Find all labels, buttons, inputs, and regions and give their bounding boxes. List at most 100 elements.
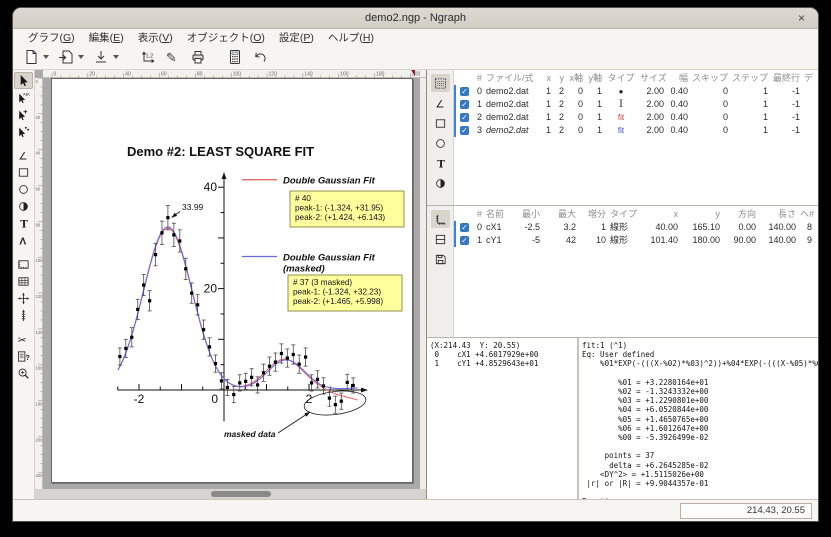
tool-zoom[interactable] <box>14 365 33 382</box>
cell: 線形 <box>608 234 640 247</box>
list-tab-merge-list[interactable] <box>431 250 450 268</box>
cell: ● <box>604 85 638 98</box>
svg-text:160: 160 <box>36 366 44 371</box>
tool-cross-graph[interactable] <box>14 290 33 307</box>
cell: 線形 <box>608 221 640 234</box>
tool-legend-select[interactable]: ABC <box>14 89 33 106</box>
calculator-button[interactable] <box>223 47 247 67</box>
titlebar[interactable]: demo2.ngp - Ngraph × <box>13 8 818 29</box>
cell: -1 <box>770 85 802 98</box>
tool-single-axis[interactable] <box>14 307 33 324</box>
row-checkbox[interactable]: ✓ <box>460 236 469 245</box>
tool-data-select[interactable] <box>14 123 33 140</box>
single-axis-icon <box>17 309 30 322</box>
vertical-scrollbar[interactable] <box>420 78 426 489</box>
cell: demo2.dat <box>484 85 540 98</box>
list-tab-rect-list[interactable] <box>431 114 450 132</box>
tool-point[interactable] <box>14 72 33 89</box>
cell: 140.00 <box>758 234 798 247</box>
cell: 165.10 <box>680 221 722 234</box>
zoom-icon <box>17 367 30 380</box>
cell: 8 <box>798 221 814 234</box>
cell: 3.2 <box>542 221 578 234</box>
row-checkbox[interactable]: ✓ <box>460 126 469 135</box>
svg-text:0: 0 <box>36 79 39 84</box>
toolbar-separator <box>124 57 136 58</box>
save-graph-button[interactable] <box>89 47 123 67</box>
tool-axis-select[interactable] <box>14 106 33 123</box>
tool-path[interactable]: ∠ <box>14 147 33 164</box>
cell: -5 <box>512 234 542 247</box>
cell: 0 <box>690 85 730 98</box>
svg-text:120: 120 <box>36 294 44 299</box>
cell: 0 <box>470 221 484 234</box>
column-header: y <box>680 207 722 221</box>
axisgrid-icon <box>434 213 447 226</box>
tool-frame-graph[interactable] <box>14 256 33 273</box>
axis-row[interactable]: ✓0cX1-2.53.21線形40.00165.100.00140.008 <box>456 221 818 234</box>
cell: 1 <box>578 221 608 234</box>
tool-rectangle[interactable] <box>14 164 33 181</box>
menu-item-1[interactable]: 編集(E) <box>82 29 131 46</box>
tool-mark[interactable] <box>14 198 33 215</box>
tool-trimming[interactable]: ✂ <box>14 331 33 348</box>
horizontal-scrollbar[interactable] <box>35 489 426 499</box>
axis-row[interactable]: ✓1cY1-54210線形101.40180.0090.00140.009 <box>456 234 818 247</box>
clear-scale-button[interactable]: 1,2 <box>136 47 160 67</box>
draw-button[interactable]: ✎ <box>161 47 185 67</box>
data-file-row[interactable]: ✓0demo2.dat1201●2.000.4001-1 <box>456 85 818 98</box>
row-checkbox[interactable]: ✓ <box>460 100 469 109</box>
open-graph-dropdown-icon[interactable] <box>78 55 84 59</box>
menu-item-0[interactable]: グラフ(G) <box>21 29 82 46</box>
menu-item-2[interactable]: 表示(V) <box>131 29 180 46</box>
list-tab-data-list[interactable] <box>431 74 450 92</box>
axis-panel-strip <box>427 206 454 337</box>
cell: 1 <box>730 111 770 124</box>
canvas-area[interactable]: 020406080100120140160180200 020406080100… <box>35 70 427 499</box>
cell: 0.40 <box>666 124 690 137</box>
svg-text:# 40: # 40 <box>295 194 311 203</box>
list-tab-path-list[interactable]: ∠ <box>431 94 450 112</box>
cell: I <box>604 98 638 111</box>
data-file-row[interactable]: ✓1demo2.dat1201I2.000.4001-1 <box>456 98 818 111</box>
list-tab-arc-list[interactable] <box>431 134 450 152</box>
menu-item-4[interactable]: 設定(P) <box>272 29 321 46</box>
legend-label: Double Gaussian Fit <box>283 176 376 187</box>
tool-arc[interactable] <box>14 181 33 198</box>
menu-item-3[interactable]: オブジェクト(O) <box>180 29 272 46</box>
row-checkbox[interactable]: ✓ <box>460 113 469 122</box>
svg-text:peak-1: (-1.324, +32.23): peak-1: (-1.324, +32.23) <box>293 288 381 297</box>
new-icon <box>23 49 39 65</box>
save-graph-dropdown-icon[interactable] <box>113 55 119 59</box>
svg-text:200: 200 <box>36 437 44 442</box>
row-checkbox[interactable]: ✓ <box>460 87 469 96</box>
axis-row-rows: ✓0cX1-2.53.21線形40.00165.100.00140.008✓1c… <box>454 221 818 247</box>
graph-page[interactable]: Demo #2: LEAST SQUARE FIT-2022040Double … <box>51 78 413 483</box>
tool-gauss[interactable]: Λ <box>14 232 33 249</box>
print-button[interactable] <box>186 47 210 67</box>
open-graph-button[interactable] <box>54 47 88 67</box>
tool-evaluate[interactable]: ? <box>14 348 33 365</box>
tool-section-graph[interactable] <box>14 273 33 290</box>
row-checkbox[interactable]: ✓ <box>460 223 469 232</box>
data-file-row[interactable]: ✓2demo2.dat1201fit2.000.4001-1 <box>456 111 818 124</box>
menu-item-5[interactable]: ヘルプ(H) <box>321 29 381 46</box>
cell: demo2.dat <box>484 111 540 124</box>
new-graph-dropdown-icon[interactable] <box>43 55 49 59</box>
data-file-row[interactable]: ✓3demo2.dat1201fit2.000.4001-1 <box>456 124 818 137</box>
list-tab-axis-grid-list[interactable] <box>431 230 450 248</box>
tool-text[interactable]: T <box>14 215 33 232</box>
cell: demo2.dat <box>484 98 540 111</box>
list-tab-text-list[interactable]: T <box>431 154 450 172</box>
close-icon[interactable]: × <box>794 11 809 26</box>
undo-button[interactable] <box>248 47 272 67</box>
svg-text:peak-2: (+1.424, +6.143): peak-2: (+1.424, +6.143) <box>295 213 385 222</box>
cell: -1 <box>770 111 802 124</box>
new-graph-button[interactable] <box>19 47 53 67</box>
list-tab-mark-list[interactable] <box>431 174 450 192</box>
list-tab-axis-list[interactable] <box>431 210 450 228</box>
data-panel-strip: ∠T <box>427 70 454 205</box>
scrollbar-thumb[interactable] <box>211 491 271 497</box>
column-header: y軸 <box>585 71 604 85</box>
svg-text:T: T <box>20 219 28 230</box>
